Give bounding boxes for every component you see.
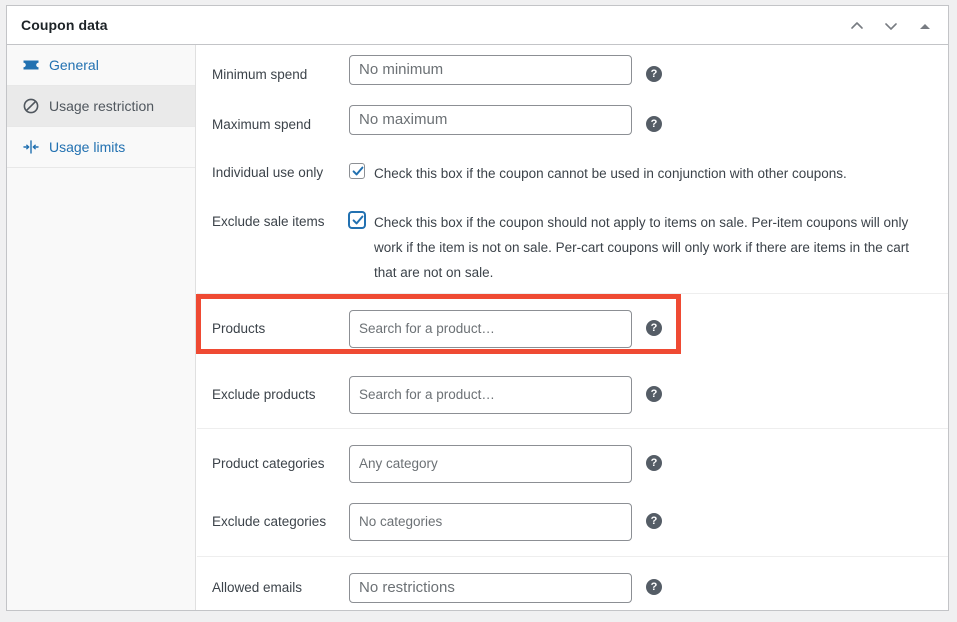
ticket-icon <box>21 55 41 75</box>
panel-body: General Usage restriction Usage limits M… <box>7 45 948 610</box>
panel-header-controls <box>842 6 940 45</box>
exclude-sale-items-label: Exclude sale items <box>212 214 325 229</box>
field-row-allowed-emails: Allowed emails ? <box>197 557 948 610</box>
field-group-categories: Product categories Any category ? Exclud… <box>197 428 948 556</box>
field-row-exclude-products: Exclude products Search for a product… ? <box>197 362 948 428</box>
field-group-restrictions: Minimum spend ? Maximum spend ? <box>197 45 948 293</box>
products-search-input[interactable]: Search for a product… <box>349 310 632 348</box>
help-icon[interactable]: ? <box>646 320 662 336</box>
exclude-categories-input[interactable]: No categories <box>349 503 632 541</box>
exclude-categories-label: Exclude categories <box>212 514 327 529</box>
fields-column: Minimum spend ? Maximum spend ? <box>197 45 948 610</box>
field-group-products: Products Search for a product… ? Exclude… <box>197 293 948 428</box>
help-icon[interactable]: ? <box>646 66 662 82</box>
toggle-panel-button[interactable] <box>910 11 940 41</box>
exclude-products-label: Exclude products <box>212 387 316 402</box>
exclude-products-search-input[interactable]: Search for a product… <box>349 376 632 414</box>
product-categories-input[interactable]: Any category <box>349 445 632 483</box>
field-row-maximum-spend: Maximum spend ? <box>197 95 948 145</box>
sidebar-item-usage-restriction[interactable]: Usage restriction <box>7 86 195 127</box>
coupon-data-tabs: General Usage restriction Usage limits <box>7 45 196 610</box>
allowed-emails-label: Allowed emails <box>212 580 303 595</box>
page-title: Coupon data <box>21 17 108 33</box>
sidebar-item-label: Usage restriction <box>49 98 155 114</box>
minimum-spend-input[interactable] <box>349 55 632 85</box>
sidebar-item-usage-limits[interactable]: Usage limits <box>7 127 195 168</box>
field-row-individual-use: Individual use only Check this box if th… <box>197 145 948 194</box>
individual-use-label: Individual use only <box>212 165 324 180</box>
product-categories-label: Product categories <box>212 456 325 471</box>
chevron-up-icon <box>848 17 866 35</box>
minimum-spend-label: Minimum spend <box>212 67 308 82</box>
help-icon[interactable]: ? <box>646 116 662 132</box>
help-icon[interactable]: ? <box>646 386 662 402</box>
exclude-sale-items-checkbox[interactable] <box>349 212 365 228</box>
maximum-spend-label: Maximum spend <box>212 117 312 132</box>
field-row-minimum-spend: Minimum spend ? <box>197 45 948 95</box>
sidebar-item-label: General <box>49 57 99 73</box>
exclude-sale-items-checkbox-text: Check this box if the coupon should not … <box>374 215 909 280</box>
coupon-data-panel: Coupon data General Usage restriction Us… <box>6 5 949 611</box>
products-label: Products <box>212 321 266 336</box>
sidebar-item-general[interactable]: General <box>7 45 195 86</box>
field-row-products: Products Search for a product… ? <box>197 294 948 362</box>
individual-use-checkbox-text: Check this box if the coupon cannot be u… <box>374 166 847 181</box>
individual-use-checkbox[interactable] <box>349 163 365 179</box>
field-row-exclude-sale-items: Exclude sale items Check this box if the… <box>197 194 948 293</box>
panel-header: Coupon data <box>7 6 948 45</box>
help-icon[interactable]: ? <box>646 579 662 595</box>
triangle-up-icon <box>918 19 932 33</box>
chevron-down-icon <box>882 17 900 35</box>
field-group-emails: Allowed emails ? <box>197 556 948 610</box>
allowed-emails-input[interactable] <box>349 573 632 603</box>
field-row-product-categories: Product categories Any category ? <box>197 429 948 493</box>
usage-limits-icon <box>21 137 41 157</box>
help-icon[interactable]: ? <box>646 455 662 471</box>
sidebar-item-label: Usage limits <box>49 139 126 155</box>
help-icon[interactable]: ? <box>646 513 662 529</box>
maximum-spend-input[interactable] <box>349 105 632 135</box>
move-up-button[interactable] <box>842 11 872 41</box>
field-row-exclude-categories: Exclude categories No categories ? <box>197 493 948 556</box>
no-entry-icon <box>21 96 41 116</box>
move-down-button[interactable] <box>876 11 906 41</box>
